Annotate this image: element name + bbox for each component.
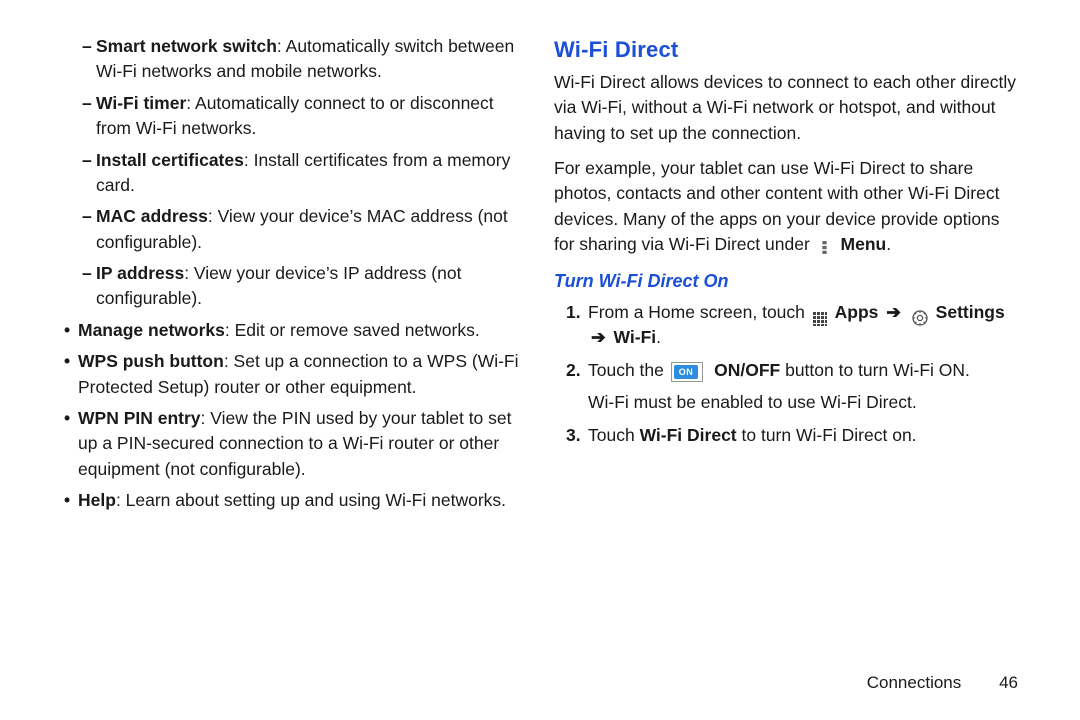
- manual-page: – Smart network switch: Automatically sw…: [0, 0, 1080, 720]
- wifi-bold: Wi-Fi: [614, 327, 657, 347]
- term: Manage networks: [78, 320, 225, 340]
- on-toggle-icon: ON: [671, 362, 704, 382]
- dash-item: – Install certificates: Install certific…: [82, 148, 526, 199]
- term: Smart network switch: [96, 36, 277, 56]
- on-toggle-label: ON: [674, 365, 699, 379]
- dash-bullet: –: [82, 261, 96, 312]
- intro-paragraph-2: For example, your tablet can use Wi-Fi D…: [554, 156, 1020, 258]
- s2-lead: Touch the: [588, 360, 669, 380]
- term: Help: [78, 490, 116, 510]
- bullet-list: • Manage networks: Edit or remove saved …: [60, 318, 526, 514]
- bullet-dot: •: [64, 406, 78, 482]
- bullet-item: • Help: Learn about setting up and using…: [64, 488, 526, 513]
- bullet-text: WPN PIN entry: View the PIN used by your…: [78, 406, 526, 482]
- step-text: Touch Wi-Fi Direct to turn Wi-Fi Direct …: [588, 423, 1020, 448]
- dash-item: – Smart network switch: Automatically sw…: [82, 34, 526, 85]
- page-number: 46: [990, 671, 1018, 696]
- s3-rest: to turn Wi-Fi Direct on.: [737, 425, 917, 445]
- bullet-dot: •: [64, 318, 78, 343]
- dash-item: – Wi-Fi timer: Automatically connect to …: [82, 91, 526, 142]
- sub-heading: Turn Wi-Fi Direct On: [554, 268, 1020, 294]
- dash-text: Smart network switch: Automatically swit…: [96, 34, 526, 85]
- settings-bold: Settings: [936, 302, 1005, 322]
- dash-bullet: –: [82, 148, 96, 199]
- step-number: 3.: [566, 423, 588, 448]
- dash-bullet: –: [82, 204, 96, 255]
- settings-gear-icon: [912, 308, 928, 324]
- dash-text: Wi-Fi timer: Automatically connect to or…: [96, 91, 526, 142]
- right-column: Wi-Fi Direct Wi-Fi Direct allows devices…: [554, 34, 1020, 667]
- bullet-dot: •: [64, 488, 78, 513]
- dash-bullet: –: [82, 91, 96, 142]
- s2-line2: Wi-Fi must be enabled to use Wi-Fi Direc…: [588, 392, 917, 412]
- bullet-dot: •: [64, 349, 78, 400]
- s3-lead: Touch: [588, 425, 640, 445]
- term: Wi-Fi timer: [96, 93, 186, 113]
- step-number: 2.: [566, 358, 588, 415]
- intro-paragraph-1: Wi-Fi Direct allows devices to connect t…: [554, 70, 1020, 146]
- footer-section: Connections: [867, 673, 962, 692]
- bullet-text: WPS push button: Set up a connection to …: [78, 349, 526, 400]
- term: IP address: [96, 263, 184, 283]
- step-3: 3. Touch Wi-Fi Direct to turn Wi-Fi Dire…: [566, 423, 1020, 448]
- dash-item: – IP address: View your device’s IP addr…: [82, 261, 526, 312]
- bullet-item: • WPN PIN entry: View the PIN used by yo…: [64, 406, 526, 482]
- left-column: – Smart network switch: Automatically sw…: [60, 34, 526, 667]
- step-1: 1. From a Home screen, touch: [566, 300, 1020, 351]
- bullet-item: • Manage networks: Edit or remove saved …: [64, 318, 526, 343]
- two-column-layout: – Smart network switch: Automatically sw…: [60, 34, 1020, 667]
- apps-bold: Apps: [835, 302, 879, 322]
- def: : Edit or remove saved networks.: [225, 320, 480, 340]
- p2-lead: For example, your tablet can use Wi-Fi D…: [554, 158, 1000, 254]
- bullet-text: Help: Learn about setting up and using W…: [78, 488, 526, 513]
- wfd-bold: Wi-Fi Direct: [640, 425, 737, 445]
- dash-bullet: –: [82, 34, 96, 85]
- dash-text: Install certificates: Install certificat…: [96, 148, 526, 199]
- term: Install certificates: [96, 150, 244, 170]
- dash-item: – MAC address: View your device’s MAC ad…: [82, 204, 526, 255]
- apps-grid-icon: [813, 308, 827, 322]
- dash-list: – Smart network switch: Automatically sw…: [60, 34, 526, 312]
- dash-text: IP address: View your device’s IP addres…: [96, 261, 526, 312]
- step-text: Touch the ON ON/OFF button to turn Wi-Fi…: [588, 358, 1020, 415]
- s2-rest: button to turn Wi-Fi ON.: [780, 360, 970, 380]
- section-heading: Wi-Fi Direct: [554, 34, 1020, 66]
- numbered-steps: 1. From a Home screen, touch: [554, 300, 1020, 449]
- dash-text: MAC address: View your device’s MAC addr…: [96, 204, 526, 255]
- p2-end: .: [886, 234, 891, 254]
- onoff-bold: ON/OFF: [714, 360, 780, 380]
- term: WPN PIN entry: [78, 408, 201, 428]
- def: : Learn about setting up and using Wi-Fi…: [116, 490, 506, 510]
- overflow-menu-icon: [818, 240, 831, 255]
- bullet-item: • WPS push button: Set up a connection t…: [64, 349, 526, 400]
- s1-end: .: [656, 327, 661, 347]
- page-footer: Connections 46: [60, 667, 1020, 696]
- step-number: 1.: [566, 300, 588, 351]
- s1-lead: From a Home screen, touch: [588, 302, 810, 322]
- bullet-text: Manage networks: Edit or remove saved ne…: [78, 318, 526, 343]
- term: MAC address: [96, 206, 208, 226]
- step-2: 2. Touch the ON ON/OFF button to turn Wi…: [566, 358, 1020, 415]
- term: WPS push button: [78, 351, 224, 371]
- menu-bold: Menu: [841, 234, 887, 254]
- arrow-icon: ➔: [591, 327, 606, 347]
- step-text: From a Home screen, touch: [588, 300, 1020, 351]
- arrow-icon: ➔: [886, 302, 901, 322]
